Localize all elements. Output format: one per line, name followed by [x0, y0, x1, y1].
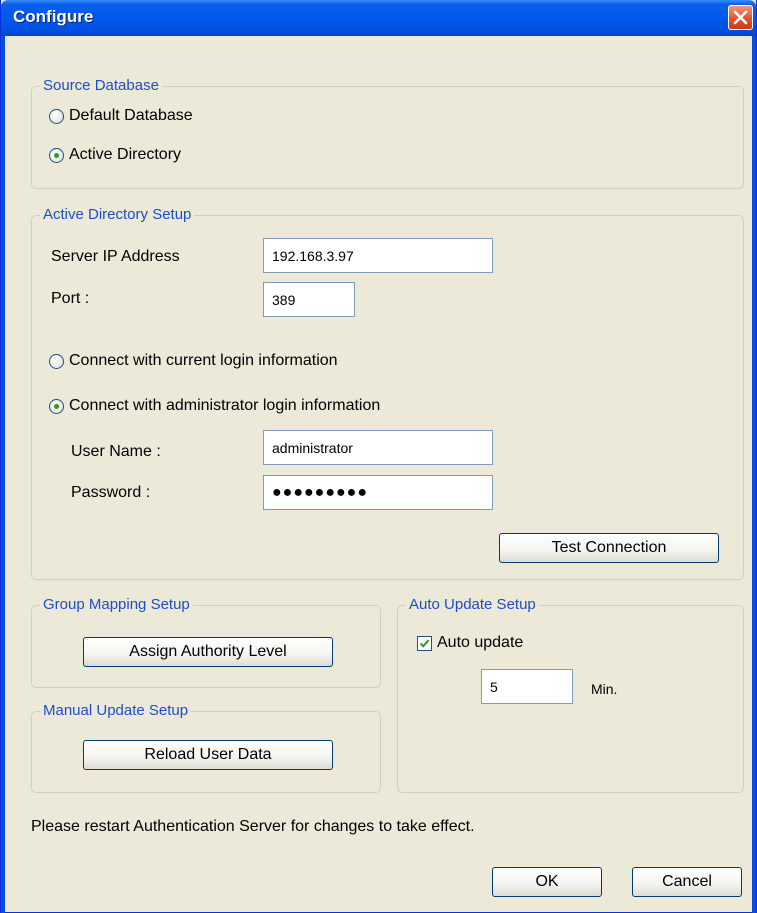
- radio-button-selected-icon: [49, 398, 64, 414]
- server-ip-label: Server IP Address: [51, 248, 180, 265]
- radio-button-icon: [49, 108, 64, 124]
- test-connection-button[interactable]: Test Connection: [499, 533, 719, 563]
- checkbox-checked-icon: [417, 635, 432, 651]
- restart-notice: Please restart Authentication Server for…: [31, 818, 475, 835]
- interval-unit-label: Min.: [591, 681, 618, 697]
- password-input[interactable]: [263, 475, 493, 510]
- auto-update-checkbox[interactable]: Auto update: [417, 634, 523, 652]
- radio-label: Connect with current login information: [69, 352, 338, 369]
- manual-update-setup-legend: Manual Update Setup: [43, 702, 189, 719]
- radio-button-selected-icon: [49, 147, 64, 163]
- group-mapping-setup-legend: Group Mapping Setup: [43, 596, 190, 613]
- auto-update-label: Auto update: [437, 634, 524, 651]
- source-database-legend: Source Database: [43, 77, 159, 94]
- port-label: Port :: [51, 290, 90, 307]
- assign-authority-level-button[interactable]: Assign Authority Level: [83, 637, 333, 667]
- radio-label: Connect with administrator login informa…: [69, 397, 381, 414]
- username-label: User Name :: [71, 443, 161, 460]
- auto-update-setup-legend: Auto Update Setup: [409, 596, 536, 613]
- active-directory-setup-legend: Active Directory Setup: [43, 206, 192, 223]
- source-database-group: Source Database: [31, 78, 744, 189]
- checkmark-icon: [419, 639, 430, 648]
- radio-button-icon: [49, 353, 64, 369]
- close-button[interactable]: [728, 5, 753, 30]
- radio-default-database[interactable]: Default Database: [49, 107, 193, 125]
- radio-connect-current[interactable]: Connect with current login information: [49, 352, 338, 370]
- radio-label: Default Database: [69, 107, 193, 124]
- username-input[interactable]: [263, 430, 493, 465]
- port-input[interactable]: [263, 282, 355, 317]
- window-title: Configure: [13, 7, 94, 26]
- title-bar[interactable]: Configure: [1, 0, 756, 36]
- server-ip-input[interactable]: [263, 238, 493, 273]
- ok-button[interactable]: OK: [492, 867, 602, 897]
- radio-active-directory[interactable]: Active Directory: [49, 146, 181, 164]
- radio-label: Active Directory: [69, 146, 182, 163]
- window-border-right: [752, 36, 756, 913]
- close-icon: [733, 10, 748, 25]
- configure-dialog: Configure Source Database Default Databa…: [0, 0, 757, 913]
- password-label: Password :: [71, 484, 151, 501]
- reload-user-data-button[interactable]: Reload User Data: [83, 740, 333, 770]
- auto-update-interval-input[interactable]: [481, 669, 573, 704]
- radio-connect-admin[interactable]: Connect with administrator login informa…: [49, 397, 380, 415]
- cancel-button[interactable]: Cancel: [632, 867, 742, 897]
- window-border-left: [1, 36, 5, 913]
